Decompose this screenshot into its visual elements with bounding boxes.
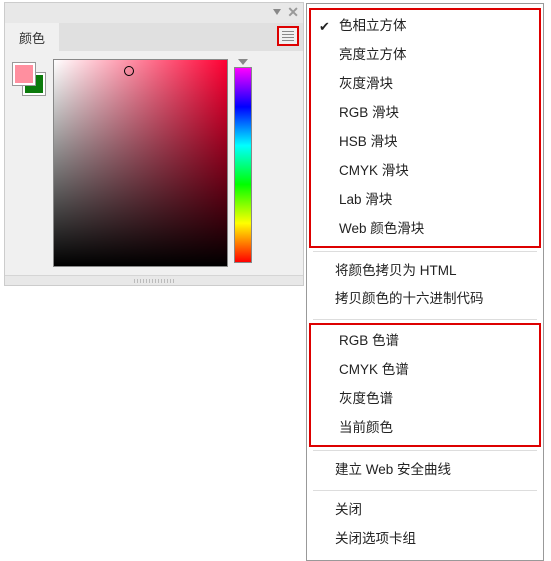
flyout-menu: ✔ 色相立方体 亮度立方体 灰度滑块 RGB 滑块 HSB 滑块 CMYK 滑块… <box>306 3 544 561</box>
menu-item-label: CMYK 色谱 <box>339 359 409 382</box>
panel-header: ✕ <box>5 3 303 23</box>
menu-item-grayscale-slider[interactable]: 灰度滑块 <box>311 70 539 99</box>
menu-item-rgb-slider[interactable]: RGB 滑块 <box>311 99 539 128</box>
menu-separator <box>313 490 537 491</box>
menu-item-cmyk-spectrum[interactable]: CMYK 色谱 <box>311 356 539 385</box>
tab-color[interactable]: 颜色 <box>5 23 59 52</box>
menu-item-copy-html[interactable]: 将颜色拷贝为 HTML <box>307 257 543 286</box>
collapse-icon[interactable] <box>273 9 281 15</box>
menu-item-label: RGB 滑块 <box>339 102 399 125</box>
menu-group-close: 关闭 关闭选项卡组 <box>307 494 543 556</box>
menu-item-grayscale-spectrum[interactable]: 灰度色谱 <box>311 385 539 414</box>
hue-slider-thumb-icon[interactable] <box>238 59 248 65</box>
menu-item-label: 灰度色谱 <box>339 388 393 411</box>
color-panel: ✕ 颜色 <box>4 2 304 286</box>
grip-icon <box>134 279 174 283</box>
menu-item-label: 将颜色拷贝为 HTML <box>335 260 457 283</box>
menu-item-current-color[interactable]: 当前颜色 <box>311 414 539 443</box>
menu-item-label: Lab 滑块 <box>339 189 392 212</box>
menu-item-rgb-spectrum[interactable]: RGB 色谱 <box>311 327 539 356</box>
menu-item-label: 拷贝颜色的十六进制代码 <box>335 288 484 311</box>
menu-item-label: RGB 色谱 <box>339 330 399 353</box>
menu-item-copy-hex[interactable]: 拷贝颜色的十六进制代码 <box>307 285 543 314</box>
menu-group-websafe: 建立 Web 安全曲线 <box>307 454 543 487</box>
menu-item-brightness-cube[interactable]: 亮度立方体 <box>311 41 539 70</box>
menu-item-web-slider[interactable]: Web 颜色滑块 <box>311 215 539 244</box>
picker-cursor-icon <box>124 66 134 76</box>
foreground-swatch[interactable] <box>13 63 35 85</box>
check-icon: ✔ <box>319 16 330 38</box>
menu-item-close-tab-group[interactable]: 关闭选项卡组 <box>307 525 543 554</box>
hue-strip[interactable] <box>234 67 252 263</box>
menu-item-label: 当前颜色 <box>339 417 393 440</box>
menu-item-label: 色相立方体 <box>339 15 407 38</box>
color-field[interactable] <box>53 59 228 267</box>
menu-item-label: Web 颜色滑块 <box>339 218 424 241</box>
menu-item-make-ramp-websafe[interactable]: 建立 Web 安全曲线 <box>307 456 543 485</box>
menu-separator <box>313 319 537 320</box>
menu-item-lab-slider[interactable]: Lab 滑块 <box>311 186 539 215</box>
tab-row: 颜色 <box>5 23 303 51</box>
panel-resize-grip[interactable] <box>5 275 303 285</box>
menu-group-copy: 将颜色拷贝为 HTML 拷贝颜色的十六进制代码 <box>307 255 543 317</box>
menu-item-label: CMYK 滑块 <box>339 160 409 183</box>
menu-item-hue-cube[interactable]: ✔ 色相立方体 <box>311 12 539 41</box>
hue-slider-wrap <box>234 59 252 267</box>
menu-item-label: 关闭选项卡组 <box>335 528 416 551</box>
menu-item-label: 建立 Web 安全曲线 <box>335 459 451 482</box>
menu-item-cmyk-slider[interactable]: CMYK 滑块 <box>311 157 539 186</box>
menu-item-label: HSB 滑块 <box>339 131 398 154</box>
menu-group-spectrums: RGB 色谱 CMYK 色谱 灰度色谱 当前颜色 <box>309 323 541 447</box>
color-swatches[interactable] <box>13 63 47 97</box>
menu-item-label: 灰度滑块 <box>339 73 393 96</box>
menu-item-hsb-slider[interactable]: HSB 滑块 <box>311 128 539 157</box>
menu-item-label: 亮度立方体 <box>339 44 407 67</box>
flyout-menu-button[interactable] <box>277 26 299 46</box>
menu-separator <box>313 251 537 252</box>
panel-body <box>5 51 303 275</box>
menu-group-color-models: ✔ 色相立方体 亮度立方体 灰度滑块 RGB 滑块 HSB 滑块 CMYK 滑块… <box>309 8 541 248</box>
close-icon[interactable]: ✕ <box>287 5 299 19</box>
menu-separator <box>313 450 537 451</box>
